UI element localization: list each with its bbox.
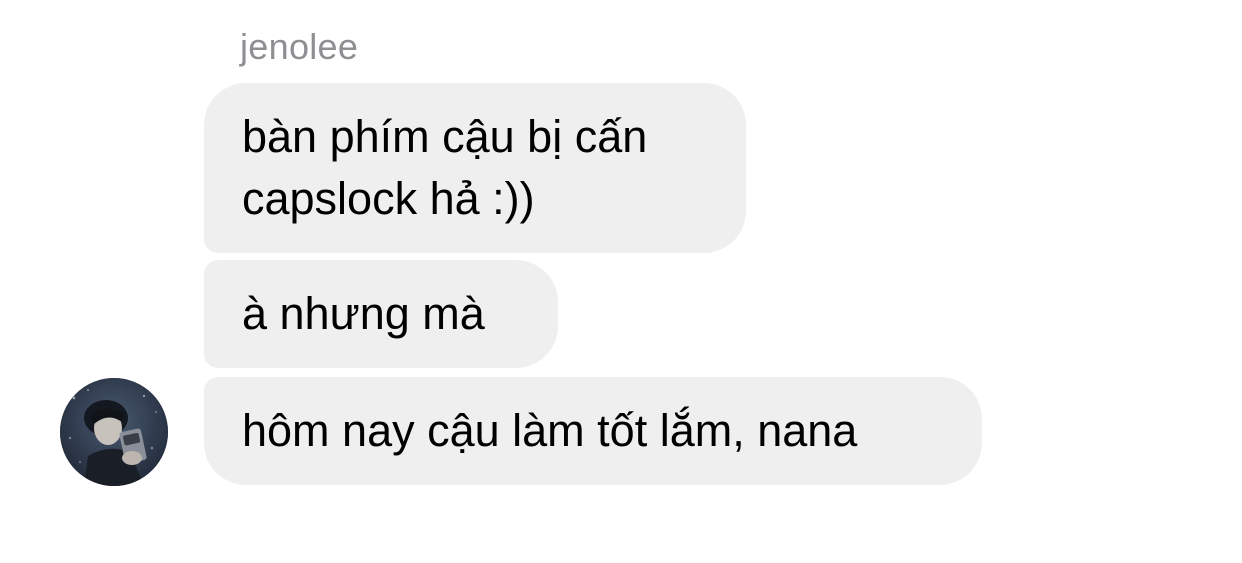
message-text-line: à nhưng mà	[242, 288, 485, 339]
message-text-line: bàn phím cậu bị cấn	[242, 111, 648, 162]
avatar-photo-icon	[60, 378, 168, 486]
message-text-line: capslock hả :))	[242, 173, 535, 224]
message-text-line: hôm nay cậu làm tốt lắm, nana	[242, 405, 858, 456]
user-avatar-photo-icon[interactable]	[60, 378, 168, 486]
message-bubble-1[interactable]: bàn phím cậu bị cấn capslock hả :))	[204, 83, 746, 253]
sender-name[interactable]: jenolee	[240, 26, 358, 68]
message-bubble-2[interactable]: à nhưng mà	[204, 260, 558, 368]
message-bubble-3[interactable]: hôm nay cậu làm tốt lắm, nana	[204, 377, 982, 485]
